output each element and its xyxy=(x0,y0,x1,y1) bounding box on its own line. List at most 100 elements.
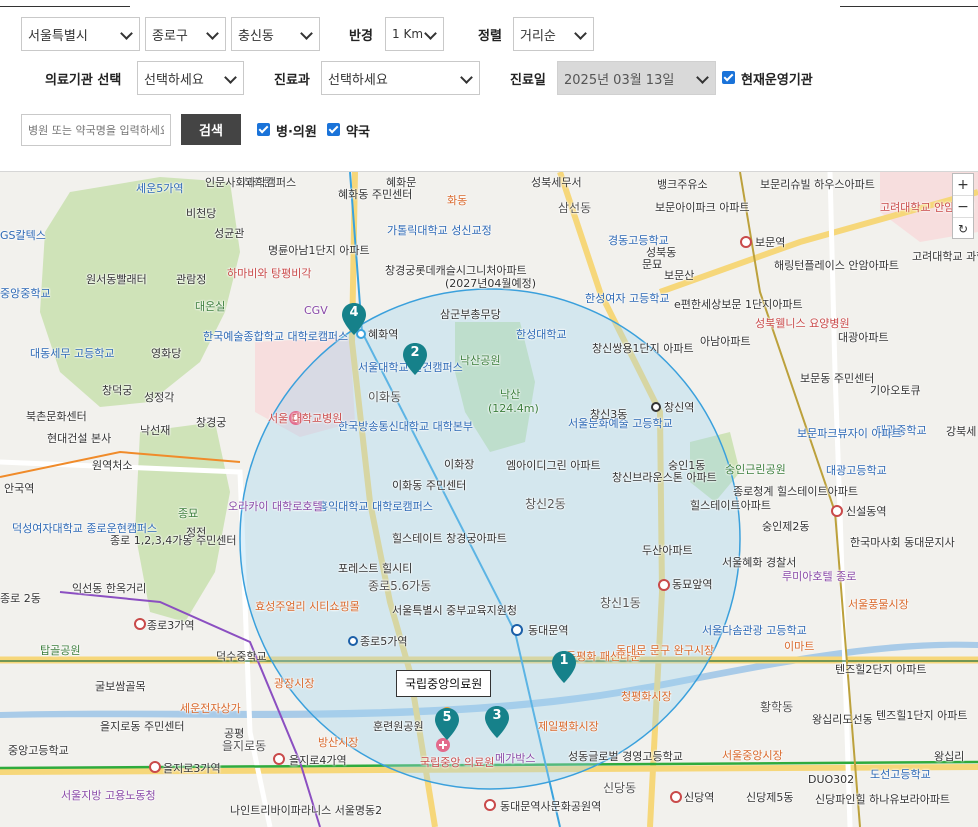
place-label: 동대문역사문화공원역 xyxy=(500,800,602,813)
zoom-out-button[interactable]: − xyxy=(953,196,973,218)
dong-select[interactable]: 충신동 xyxy=(231,17,320,51)
place-label: 왕십리 xyxy=(934,750,965,763)
place-label: 청평화시장 xyxy=(621,690,672,703)
place-label: 보문리슈빌 하우스아파트 xyxy=(760,178,875,191)
place-label: 두산아파트 xyxy=(642,544,693,557)
place-label: 원역처소 xyxy=(92,459,133,472)
marker-number: 5 xyxy=(442,710,452,725)
place-label: 종로3가역 xyxy=(147,619,195,632)
place-label: 창신3동 xyxy=(590,408,628,421)
place-label: 강북세 xyxy=(946,425,977,438)
place-label: 방산시장 xyxy=(318,736,359,749)
place-label: 창경궁롯데캐슬시그니처아파트 xyxy=(385,264,527,277)
place-label: 비천당 xyxy=(186,207,217,220)
institution-label: 의료기관 선택 xyxy=(45,73,122,88)
department-select-value: 선택하세요 xyxy=(328,72,388,88)
place-label: 서울다솜관광 고등학교 xyxy=(702,624,807,637)
chevron-down-icon xyxy=(224,71,237,84)
place-label: 혜화동 주민센터 xyxy=(338,188,413,201)
station-icon xyxy=(740,236,752,248)
place-label: 포레스트 힐시티 xyxy=(338,562,413,575)
station-icon xyxy=(658,579,670,591)
department-label: 진료과 xyxy=(274,73,310,88)
search-button[interactable]: 검색 xyxy=(181,114,241,145)
place-label: 서울풍물시장 xyxy=(848,598,909,611)
place-label: 엠아이디그린 아파트 xyxy=(506,459,601,472)
marker-number: 4 xyxy=(349,305,359,320)
date-select-value: 2025년 03월 13일 xyxy=(564,72,675,88)
station-icon xyxy=(149,761,161,773)
place-label: 관람정 xyxy=(176,273,207,286)
place-label: 삼선동 xyxy=(558,201,592,215)
place-label: 루미아호텔 종로 xyxy=(782,570,857,583)
place-label: 세운5가역 xyxy=(136,182,184,195)
marker-number: 1 xyxy=(559,653,569,668)
place-label: 안국역 xyxy=(4,482,35,495)
place-label: 종로 1,2,3,4가동 주민센터 xyxy=(110,534,237,547)
place-label: DUO302 xyxy=(808,773,855,786)
sort-label: 정렬 xyxy=(478,29,502,44)
zoom-in-button[interactable]: + xyxy=(953,174,973,196)
sort-select[interactable]: 거리순 xyxy=(513,17,594,51)
map-marker-1[interactable]: 1 xyxy=(551,650,577,684)
department-select[interactable]: 선택하세요 xyxy=(321,61,480,95)
map-marker-5[interactable]: 5 xyxy=(434,707,460,741)
place-label: 영화당 xyxy=(151,347,182,360)
place-label: 이화장 xyxy=(444,458,475,471)
station-icon xyxy=(831,505,843,517)
place-label: 중앙고등학교 xyxy=(8,744,69,757)
dong-select-value: 충신동 xyxy=(238,28,274,44)
radius-select[interactable]: 1 Km xyxy=(385,17,444,51)
operating-label: 현재운영기관 xyxy=(741,73,813,88)
pharmacy-checkbox[interactable] xyxy=(327,123,340,136)
place-label: 굴보쌈골목 xyxy=(95,680,146,693)
station-icon xyxy=(273,753,285,765)
chevron-down-icon xyxy=(206,27,219,40)
place-label: 한국예술종합학교 대학로캠퍼스 xyxy=(203,330,349,343)
place-label: 종로5.6가동 xyxy=(368,579,432,593)
place-label: 이마트 xyxy=(784,640,815,653)
place-label: 창신1동 xyxy=(600,596,641,610)
place-label: 이화동 xyxy=(368,390,402,404)
radius-select-value: 1 Km xyxy=(392,27,424,41)
place-label: 신당동 xyxy=(603,781,637,795)
place-label: GS칼텍스 xyxy=(0,229,46,242)
place-label: 중앙중학교 xyxy=(0,287,51,300)
district-select[interactable]: 종로구 xyxy=(145,17,226,51)
hospital-checkbox[interactable] xyxy=(257,123,270,136)
map-view[interactable]: 혜화문 혜화문 성북세무서 삼선동 혜화동 주민센터 비천당 성균관 명륜아남1… xyxy=(0,172,978,827)
zoom-control: + − ↻ xyxy=(952,173,974,239)
search-input[interactable] xyxy=(21,114,171,146)
place-label: 기아오토큐 xyxy=(870,384,921,397)
place-label: 공평 xyxy=(224,727,245,740)
city-select[interactable]: 서울특별시 xyxy=(21,17,140,51)
operating-checkbox[interactable] xyxy=(722,71,735,84)
place-label: 창덕궁 xyxy=(102,384,133,397)
station-icon xyxy=(651,402,661,412)
place-label: 익선동 한옥거리 xyxy=(72,582,147,595)
place-label: 하마비와 탕평비각 xyxy=(227,267,312,280)
reset-view-button[interactable]: ↻ xyxy=(953,218,973,240)
map-marker-4[interactable]: 4 xyxy=(341,302,367,336)
map-marker-2[interactable]: 2 xyxy=(402,342,428,376)
place-label: 성정각 xyxy=(144,391,175,404)
place-label: 서울지방 고용노동청 xyxy=(61,789,156,802)
place-label: 텐즈힐2단지 아파트 xyxy=(835,663,927,676)
place-label: 창신역 xyxy=(664,401,695,414)
institution-select[interactable]: 선택하세요 xyxy=(137,61,244,95)
chevron-down-icon xyxy=(120,27,133,40)
chevron-down-icon xyxy=(460,71,473,84)
hospital-label: 병·의원 xyxy=(276,125,317,140)
place-label: 메가박스 xyxy=(495,752,536,765)
place-label: (2027년04월예정) xyxy=(445,277,537,290)
marker-tooltip: 국립중앙의료원 xyxy=(396,670,492,697)
place-label: 홍익대학교 대학로캠퍼스 xyxy=(318,500,433,513)
place-label: 혜화역 xyxy=(368,328,399,341)
place-label: 한성여자 고등학교 xyxy=(585,292,670,305)
map-marker-3[interactable]: 3 xyxy=(484,705,510,739)
place-label: 북촌문화센터 xyxy=(26,410,87,423)
place-label: 왕십리도선동 xyxy=(812,713,873,726)
date-select[interactable]: 2025년 03월 13일 xyxy=(557,61,716,95)
place-label: 종로청계 힐스테이트아파트 xyxy=(733,485,858,498)
place-label: 황학동 xyxy=(760,700,794,714)
